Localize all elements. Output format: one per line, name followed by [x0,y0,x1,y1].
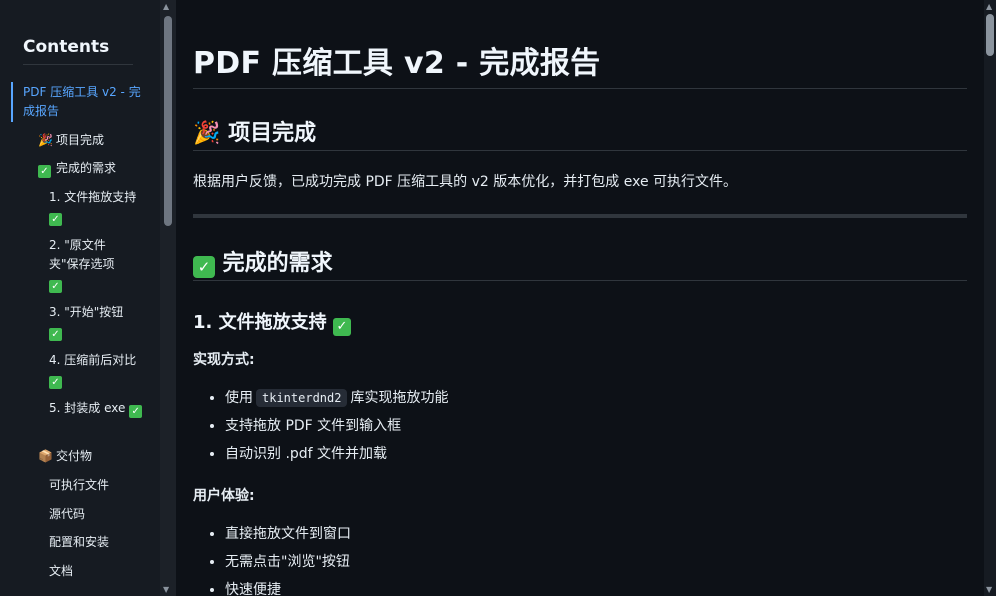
toc-item-drag-drop[interactable]: 1. 文件拖放支持 ✓ [49,188,139,226]
sidebar-scrollbar-thumb[interactable] [164,16,172,226]
list-item: 自动识别 .pdf 文件并加载 [225,440,448,468]
main-content: PDF 压缩工具 v2 - 完成报告 🎉 项目完成 根据用户反馈，已成功完成 P… [176,0,984,596]
page-title: PDF 压缩工具 v2 - 完成报告 [193,46,601,81]
toc-item-compare[interactable]: 4. 压缩前后对比 ✓ [49,351,139,389]
party-popper-icon: 🎉 [38,133,53,147]
check-mark-icon: ✓ [49,328,62,341]
toc-item-report-title[interactable]: PDF 压缩工具 v2 - 完成报告 [23,83,141,121]
main-scrollbar-track[interactable] [984,0,996,596]
main-scroll-down-icon[interactable]: ▼ [986,586,992,594]
check-mark-icon: ✓ [193,256,215,278]
summary-paragraph: 根据用户反馈，已成功完成 PDF 压缩工具的 v2 版本优化，并打包成 exe … [193,174,738,190]
check-mark-icon: ✓ [332,318,351,336]
list-item: 支持拖放 PDF 文件到输入框 [225,412,448,440]
toc-item-docs[interactable]: 文档 [49,562,149,581]
list-item: 无需点击"浏览"按钮 [225,548,351,576]
list-item: 直接拖放文件到窗口 [225,520,351,548]
horizontal-rule [193,214,967,218]
toc-item-deliverables[interactable]: 📦 交付物 [38,447,153,466]
main-scroll-up-icon[interactable]: ▲ [986,3,992,11]
check-mark-icon: ✓ [129,405,143,418]
party-popper-icon: 🎉 [193,121,221,146]
inline-code: tkinterdnd2 [256,389,348,407]
toc-sidebar: Contents PDF 压缩工具 v2 - 完成报告 🎉 项目完成 ✓ 完成的需求… [0,0,160,596]
toc-item-source[interactable]: 源代码 [49,505,149,524]
main-scrollbar-thumb[interactable] [986,14,994,56]
toc-item-package-exe[interactable]: 5. 封装成 exe ✓ [49,399,144,418]
subsection-drag-drop-heading: 1. 文件拖放支持 ✓ [193,308,351,336]
check-mark-icon: ✓ [49,213,62,226]
toc-item-config[interactable]: 配置和安装 [49,533,149,552]
section-divider [193,150,967,151]
toc-item-project-complete[interactable]: 🎉 项目完成 [38,131,153,150]
toc-title: Contents [23,37,110,57]
title-divider [193,88,967,89]
ux-label: 用户体验: [193,488,255,504]
package-icon: 📦 [38,449,53,463]
impl-label: 实现方式: [193,352,255,368]
toc-item-executable[interactable]: 可执行文件 [49,476,149,495]
toc-item-requirements[interactable]: ✓ 完成的需求 [38,159,153,178]
section-requirements-heading: ✓ 完成的需求 [193,245,333,278]
section-project-complete-heading: 🎉 项目完成 [193,121,317,146]
sidebar-scroll-up-icon[interactable]: ▲ [163,3,169,11]
check-mark-icon: ✓ [49,280,62,293]
toc-item-original-folder[interactable]: 2. "原文件夹"保存选项 ✓ [49,236,129,293]
list-item: 快速便捷 [225,576,351,596]
check-mark-icon: ✓ [49,376,62,389]
ux-list: 直接拖放文件到窗口 无需点击"浏览"按钮 快速便捷 [193,520,351,596]
sidebar-scroll-down-icon[interactable]: ▼ [163,586,169,594]
toc-item-start-button[interactable]: 3. "开始"按钮 ✓ [49,303,139,341]
impl-list: 使用tkinterdnd2库实现拖放功能 支持拖放 PDF 文件到输入框 自动识… [193,384,448,468]
check-mark-icon: ✓ [38,159,56,178]
toc-active-indicator [11,82,13,122]
section-divider [193,280,967,281]
list-item: 使用tkinterdnd2库实现拖放功能 [225,384,448,412]
toc-divider [23,64,133,65]
